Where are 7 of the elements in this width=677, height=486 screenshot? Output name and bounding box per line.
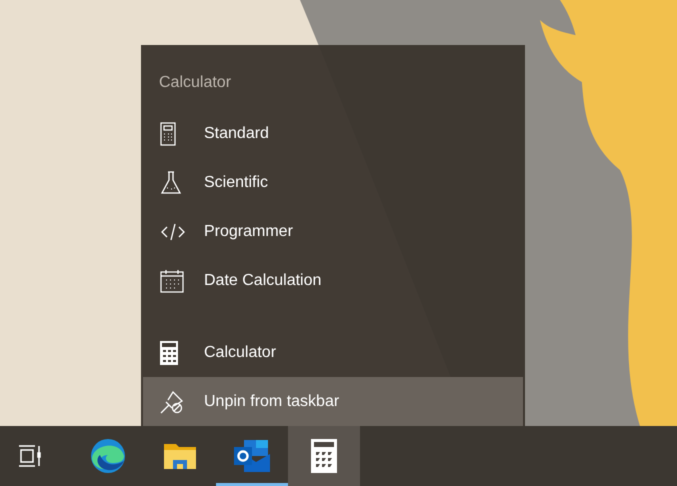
menu-item[interactable]: Standard xyxy=(143,109,523,158)
menu-item[interactable]: Calculator xyxy=(143,328,523,377)
menu-title: Calculator xyxy=(159,73,232,93)
menu-item[interactable]: Programmer xyxy=(143,207,523,256)
menu-item[interactable]: Date Calculation xyxy=(143,256,523,306)
menu-item[interactable]: Scientific xyxy=(143,158,523,208)
menu-item[interactable]: Unpin from taskbar xyxy=(143,377,523,426)
